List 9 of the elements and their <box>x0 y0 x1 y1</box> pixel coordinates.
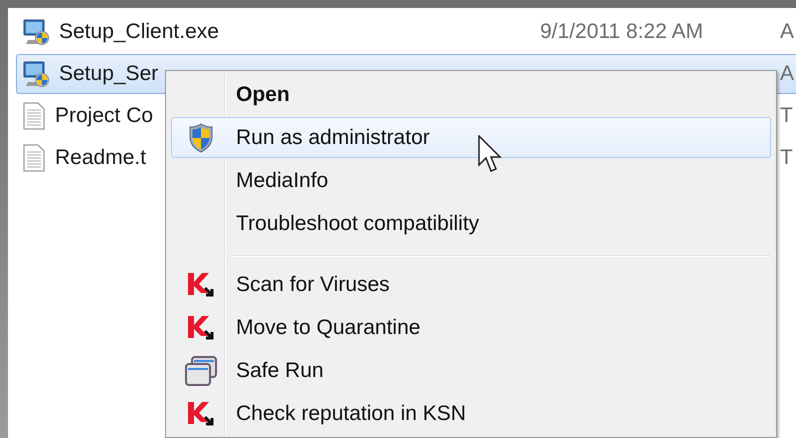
file-type: A <box>780 62 796 86</box>
file-name: Project Co <box>55 104 154 128</box>
file-type: T <box>780 146 794 170</box>
file-date: 9/1/2011 8:22 AM <box>540 20 704 43</box>
file-name: Setup_Client.exe <box>59 20 219 44</box>
file-name: Setup_Ser <box>59 62 158 86</box>
file-type: A <box>780 20 796 44</box>
file-name: Readme.t <box>55 146 146 170</box>
file-type: T <box>780 104 794 128</box>
